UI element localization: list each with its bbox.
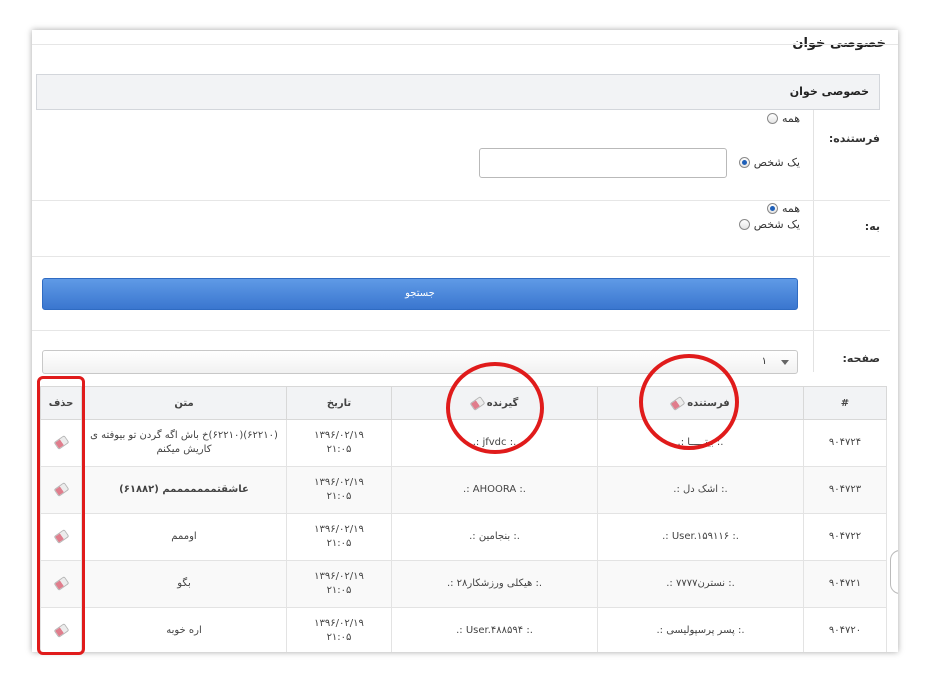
date-value: ۱۳۹۶/۰۲/۱۹ — [314, 571, 364, 582]
divider — [32, 44, 898, 45]
time-value: ۲۱:۰۵ — [326, 632, 352, 643]
time-value: ۲۱:۰۵ — [326, 491, 352, 502]
search-button[interactable]: جستجو — [42, 278, 798, 310]
label-column — [813, 110, 890, 372]
cell-text: بگو — [81, 560, 287, 608]
sender-one-radio[interactable] — [738, 157, 750, 168]
sender-label: فرستنده: — [828, 132, 880, 145]
column-header-id[interactable]: # — [803, 386, 887, 420]
sender-one-option[interactable]: یک شخص — [738, 156, 800, 169]
cell-id: ۹۰۴۷۲۰ — [803, 607, 887, 652]
highlight-circle-recipient — [446, 362, 544, 454]
recipient-all-radio[interactable] — [766, 203, 778, 214]
cell-recipient[interactable]: .: بنجامین :. — [391, 513, 598, 561]
cell-sender[interactable]: .: نسترن۷۷۷۷ :. — [597, 560, 804, 608]
header-text-label: متن — [174, 397, 194, 409]
time-value: ۲۱:۰۵ — [326, 585, 352, 596]
page-select-value: ۱ — [761, 356, 767, 367]
time-value: ۲۱:۰۵ — [326, 444, 352, 455]
page-frame: خصوصی خوان خصوصی خوان فرستنده: همه یک شخ… — [32, 30, 898, 652]
table-row: ۹۰۴۷۲۰.: پسر پرسپولیسی :..: User.۴۸۸۵۹۴ … — [40, 607, 887, 652]
cell-sender[interactable]: .: اشک دل :. — [597, 466, 804, 514]
cell-date: ۱۳۹۶/۰۲/۱۹ ۲۱:۰۵ — [286, 419, 392, 467]
header-id-label: # — [840, 397, 850, 409]
cell-id: ۹۰۴۷۲۴ — [803, 419, 887, 467]
sender-all-option[interactable]: همه — [766, 112, 800, 125]
sender-all-label: همه — [781, 112, 800, 125]
date-value: ۱۳۹۶/۰۲/۱۹ — [314, 430, 364, 441]
page-label: صفحه: — [842, 352, 880, 365]
recipient-all-label: همه — [781, 202, 800, 215]
recipient-label: به: — [864, 220, 880, 233]
cell-recipient[interactable]: .: User.۴۸۸۵۹۴ :. — [391, 607, 598, 652]
chevron-down-icon[interactable] — [781, 360, 789, 365]
cell-date: ۱۳۹۶/۰۲/۱۹ ۲۱:۰۵ — [286, 560, 392, 608]
sender-one-label: یک شخص — [753, 156, 800, 169]
recipient-all-option[interactable]: همه — [766, 202, 800, 215]
highlight-box-delete — [37, 376, 85, 655]
cell-sender[interactable]: .: پسر پرسپولیسی :. — [597, 607, 804, 652]
cell-text: اوممم — [81, 513, 287, 561]
cell-id: ۹۰۴۷۲۱ — [803, 560, 887, 608]
date-value: ۱۳۹۶/۰۲/۱۹ — [314, 618, 364, 629]
cell-sender[interactable]: .: User.۱۵۹۱۱۶ :. — [597, 513, 804, 561]
header-date-label: تاریخ — [326, 397, 352, 409]
row-divider — [32, 330, 890, 331]
sender-all-radio[interactable] — [766, 113, 778, 124]
cell-date: ۱۳۹۶/۰۲/۱۹ ۲۱:۰۵ — [286, 466, 392, 514]
cell-text: اره خوبه — [81, 607, 287, 652]
cell-text: (۶۲۲۱۰)(۶۲۲۱۰)خ باش اگه گردن تو بیوفته ی… — [81, 419, 287, 467]
filter-section-header: خصوصی خوان — [36, 74, 880, 110]
table-row: ۹۰۴۷۲۲.: User.۱۵۹۱۱۶ :..: بنجامین :. ۱۳۹۶… — [40, 513, 887, 561]
section-title: خصوصی خوان — [789, 85, 869, 98]
time-value: ۲۱:۰۵ — [326, 538, 352, 549]
row-divider — [32, 200, 890, 201]
column-header-date[interactable]: تاریخ — [286, 386, 392, 420]
cell-date: ۱۳۹۶/۰۲/۱۹ ۲۱:۰۵ — [286, 513, 392, 561]
cell-text: عاشقتمممممممم (۶۱۸۸۲) — [81, 466, 287, 514]
date-value: ۱۳۹۶/۰۲/۱۹ — [314, 524, 364, 535]
table-row: ۹۰۴۷۲۳.: اشک دل :..: AHOORA :. ۱۳۹۶/۰۲/۱۹… — [40, 466, 887, 514]
cell-date: ۱۳۹۶/۰۲/۱۹ ۲۱:۰۵ — [286, 607, 392, 652]
recipient-one-label: یک شخص — [753, 218, 800, 231]
date-value: ۱۳۹۶/۰۲/۱۹ — [314, 477, 364, 488]
column-header-text: متن — [81, 386, 287, 420]
row-divider — [32, 256, 890, 257]
highlight-circle-sender — [639, 354, 739, 450]
side-scroll-handle[interactable] — [890, 550, 898, 594]
cell-id: ۹۰۴۷۲۲ — [803, 513, 887, 561]
table-row: ۹۰۴۷۲۱.: نسترن۷۷۷۷ :..: هیکلی ورزشکار۲۸ … — [40, 560, 887, 608]
sender-input[interactable] — [479, 148, 727, 178]
cell-recipient[interactable]: .: هیکلی ورزشکار۲۸ :. — [391, 560, 598, 608]
cell-id: ۹۰۴۷۲۳ — [803, 466, 887, 514]
cell-recipient[interactable]: .: AHOORA :. — [391, 466, 598, 514]
recipient-one-option[interactable]: یک شخص — [738, 218, 800, 231]
recipient-one-radio[interactable] — [738, 219, 750, 230]
